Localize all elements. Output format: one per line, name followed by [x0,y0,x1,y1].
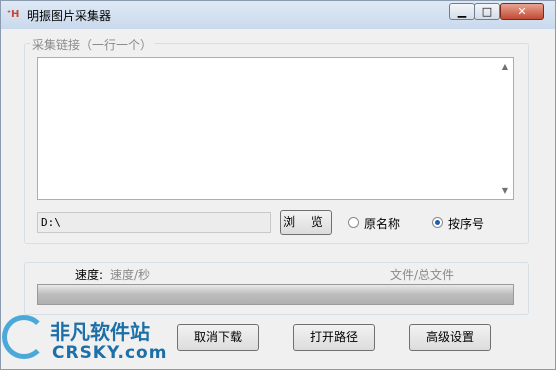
close-button[interactable]: ✕ [500,3,544,20]
file-count: 文件/总文件 [390,268,455,282]
radio-circle-icon [432,217,443,228]
radio-selected-dot [435,220,440,225]
maximize-icon: □ [481,5,493,18]
scroll-up-icon[interactable]: ▲ [497,62,513,71]
url-list-scrollbar[interactable]: ▲ ▼ [497,58,513,199]
watermark-logo-icon [2,315,46,359]
minimize-button[interactable]: ▁ [449,3,475,20]
maximize-button[interactable]: □ [474,3,500,20]
browse-button[interactable]: 浏 览 [280,210,332,235]
open-path-button[interactable]: 打开路径 [293,324,375,351]
close-icon: ✕ [517,5,527,18]
download-progress-bar [37,284,514,305]
url-group-label: 采集链接（一行一个） [30,36,155,53]
minimize-icon: ▁ [457,5,467,18]
radio-sequence-label: 按序号 [448,217,485,231]
watermark-subtext: CRSKY.com [52,343,168,363]
url-list-input[interactable]: ▲ ▼ [37,57,514,200]
title-bar: ᐩH 明振图片采集器 ▁ □ ✕ [1,1,555,29]
watermark-text: 非凡软件站 [50,320,150,344]
watermark: 非凡软件站 CRSKY.com [0,313,170,370]
speed-value: 速度/秒 [110,268,151,282]
scroll-down-icon[interactable]: ▼ [497,186,513,195]
save-path-input[interactable]: D:\ [37,212,271,233]
speed-label: 速度: [75,268,104,282]
radio-original-name-label: 原名称 [364,217,401,231]
app-icon: ᐩH [7,9,20,20]
radio-circle-icon [348,217,359,228]
cancel-download-button[interactable]: 取消下载 [177,324,259,351]
window-title: 明振图片采集器 [27,9,112,23]
advanced-settings-button[interactable]: 高级设置 [409,324,491,351]
